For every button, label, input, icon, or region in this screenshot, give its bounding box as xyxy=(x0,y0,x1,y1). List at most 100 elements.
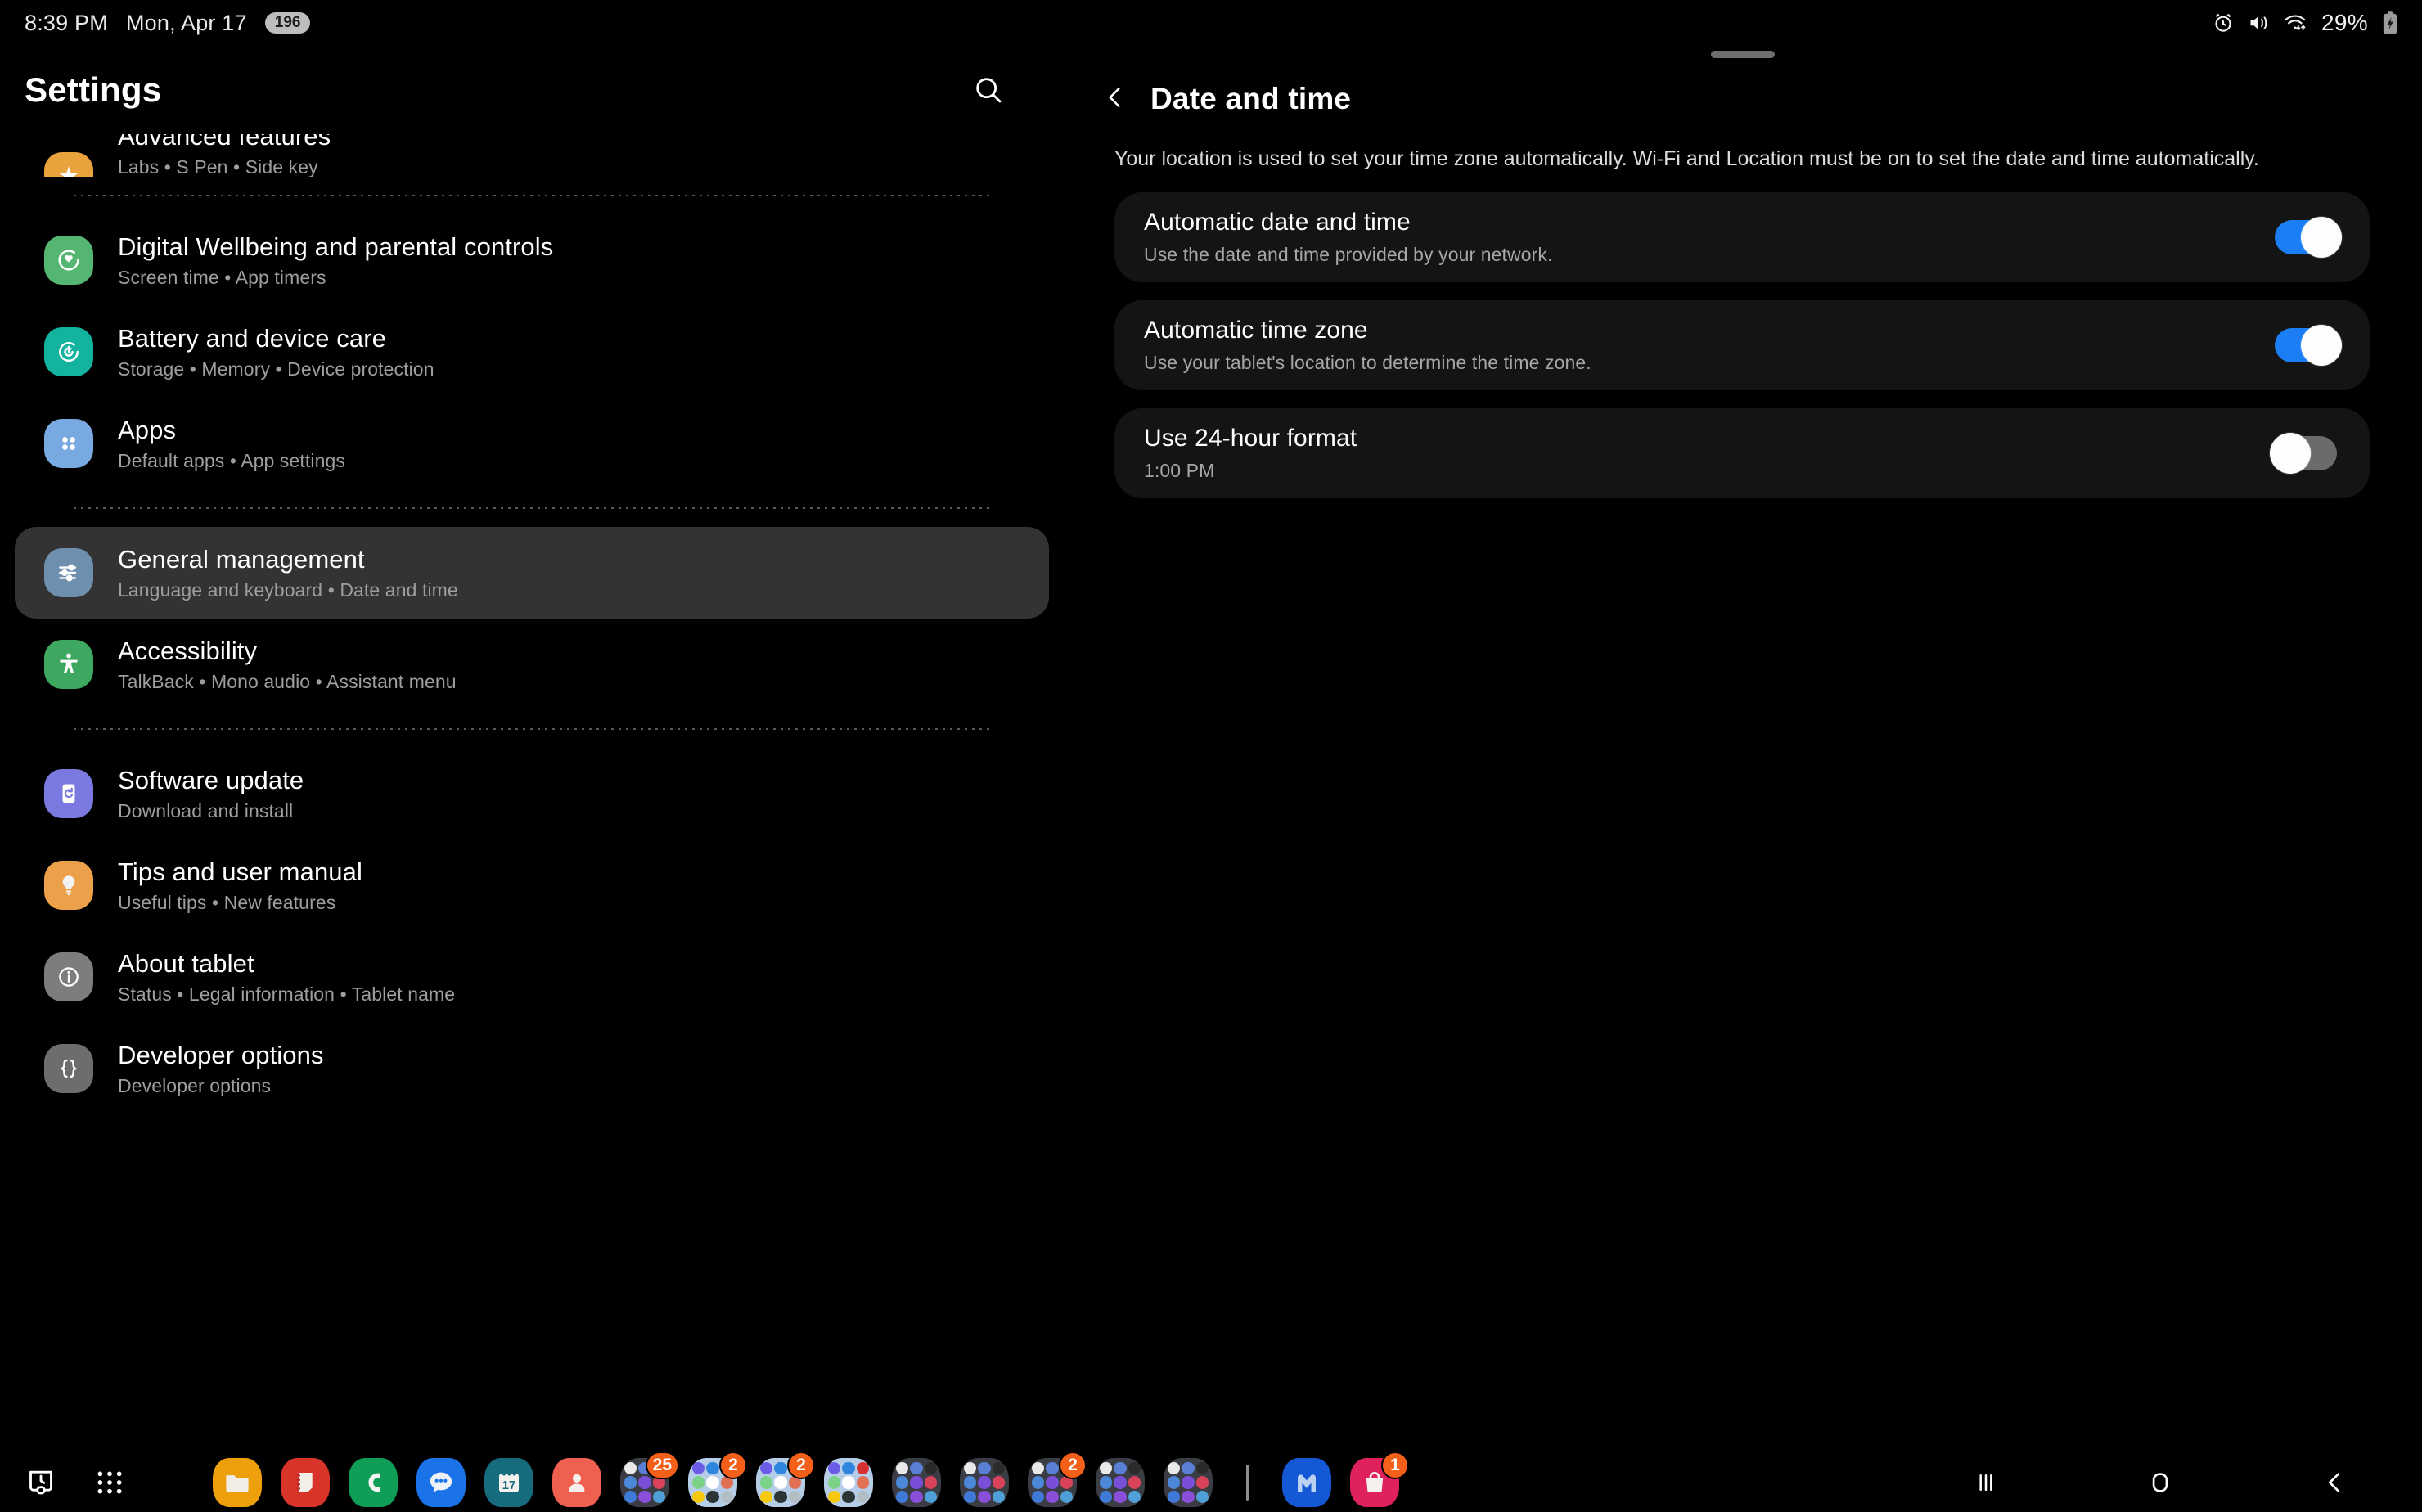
folder-mini-icon xyxy=(978,1490,991,1503)
folder-mini-icon xyxy=(760,1462,773,1475)
sidebar-item-general-management[interactable]: General management Language and keyboard … xyxy=(15,527,1049,619)
taskbar-app-app-folder-9[interactable] xyxy=(1164,1458,1213,1507)
taskbar-app-outlook[interactable] xyxy=(1282,1458,1331,1507)
sidebar-item-about-tablet[interactable]: About tablet Status • Legal information •… xyxy=(15,931,1049,1023)
setting-toggle[interactable] xyxy=(2275,216,2342,258)
taskbar-app-list[interactable]: 17 25 2 2 2 1 xyxy=(213,1451,1409,1507)
taskbar-app-app-folder-3[interactable]: 2 xyxy=(756,1451,815,1507)
folder-mini-icon xyxy=(1100,1490,1113,1503)
setting-title: Automatic time zone xyxy=(1144,316,1368,344)
sidebar-item-summary: Storage • Memory • Device protection xyxy=(118,358,434,380)
setting-title: Automatic date and time xyxy=(1144,208,1411,236)
taskbar-app-galaxy-store[interactable]: 1 xyxy=(1350,1451,1409,1507)
battery-percent: 29% xyxy=(2321,10,2368,35)
notification-count-badge[interactable]: 196 xyxy=(264,12,311,34)
taskbar-system-buttons xyxy=(0,1456,144,1509)
folder-mini-icon xyxy=(1060,1490,1073,1503)
folder-mini-icon xyxy=(638,1476,651,1489)
folder-mini-icon xyxy=(1195,1462,1209,1475)
status-date: Mon, Apr 17 xyxy=(125,10,247,35)
sidebar-item-text: Digital Wellbeing and parental controls S… xyxy=(118,232,553,289)
toggle-knob xyxy=(2301,216,2342,258)
recents-button[interactable] xyxy=(1949,1458,2023,1507)
detail-description: Your location is used to set your time z… xyxy=(1114,147,2259,170)
taskbar-app-app-folder-7[interactable]: 2 xyxy=(1028,1451,1087,1507)
taskbar-app-calendar[interactable]: 17 xyxy=(484,1458,533,1507)
taskbar-app-my-files[interactable] xyxy=(213,1458,262,1507)
status-bar-right: 29% xyxy=(2212,10,2399,36)
folder-mini-icon xyxy=(774,1462,787,1475)
folder-mini-icon xyxy=(924,1462,937,1475)
app-badge: 1 xyxy=(1381,1451,1409,1479)
tips-icon xyxy=(44,861,93,910)
sidebar-item-software-update[interactable]: Software update Download and install xyxy=(15,748,1049,839)
wifi-icon xyxy=(2284,11,2308,34)
setting-card-use-24-hour-format[interactable]: Use 24-hour format 1:00 PM xyxy=(1114,407,2370,498)
recent-history-icon[interactable] xyxy=(7,1456,75,1509)
sidebar-item-tips-and-user-manual[interactable]: Tips and user manual Useful tips • New fe… xyxy=(15,839,1049,931)
back-button[interactable] xyxy=(2298,1458,2371,1507)
setting-card-text: Automatic time zone Use your tablet's loc… xyxy=(1144,317,2275,374)
folder-mini-icon xyxy=(1100,1462,1113,1475)
folder-mini-icon xyxy=(1168,1476,1181,1489)
setting-toggle[interactable] xyxy=(2275,324,2342,366)
taskbar-app-phone[interactable] xyxy=(349,1458,398,1507)
about-tablet-icon xyxy=(44,952,93,1001)
folder-mini-icon xyxy=(842,1490,855,1503)
drag-handle[interactable] xyxy=(1711,51,1775,58)
sidebar-item-apps[interactable]: Apps Default apps • App settings xyxy=(15,398,1049,489)
setting-card-text: Use 24-hour format 1:00 PM xyxy=(1144,425,2275,482)
taskbar-app-app-folder-1[interactable]: 25 xyxy=(620,1451,679,1507)
folder-mini-icon xyxy=(964,1490,977,1503)
taskbar-app-samsung-notes[interactable] xyxy=(281,1458,330,1507)
home-button[interactable] xyxy=(2123,1458,2197,1507)
sidebar-item-label: Digital Wellbeing and parental controls xyxy=(118,232,554,261)
setting-card-automatic-date-and-time[interactable]: Automatic date and time Use the date and … xyxy=(1114,191,2370,282)
taskbar-app-app-folder-6[interactable] xyxy=(960,1458,1009,1507)
folder-mini-icon xyxy=(828,1462,841,1475)
taskbar-app-messages[interactable] xyxy=(416,1458,466,1507)
sidebar-item-label: Software update xyxy=(118,765,304,794)
search-icon[interactable] xyxy=(959,61,1018,119)
folder-mini-icon xyxy=(1128,1490,1141,1503)
folder-mini-icon xyxy=(706,1490,719,1503)
folder-mini-icon xyxy=(1046,1490,1059,1503)
sidebar-item-battery-and-device-care[interactable]: Battery and device care Storage • Memory … xyxy=(15,306,1049,398)
app-badge: 25 xyxy=(645,1451,679,1479)
sidebar-item-text: Tips and user manual Useful tips • New fe… xyxy=(118,857,362,914)
taskbar-app-app-folder-2[interactable]: 2 xyxy=(688,1451,747,1507)
battery-charging-icon xyxy=(2381,11,2399,35)
navigation-bar[interactable] xyxy=(1898,1453,2422,1512)
folder-mini-icon xyxy=(706,1462,719,1475)
setting-card-automatic-time-zone[interactable]: Automatic time zone Use your tablet's loc… xyxy=(1114,299,2370,390)
setting-toggle[interactable] xyxy=(2270,432,2337,474)
folder-mini-icon xyxy=(842,1462,855,1475)
list-divider xyxy=(74,728,990,730)
folder-mini-icon xyxy=(760,1490,773,1503)
taskbar-app-app-folder-8[interactable] xyxy=(1096,1458,1145,1507)
sidebar-item-developer-options[interactable]: Developer options Developer options xyxy=(15,1023,1049,1114)
folder-mini-icon xyxy=(1128,1476,1141,1489)
app-drawer-icon[interactable] xyxy=(75,1456,144,1509)
sidebar-item-advanced-features[interactable]: Advanced features Labs • S Pen • Side key xyxy=(15,134,1049,177)
folder-mini-icon xyxy=(856,1490,869,1503)
sidebar-item-text: Developer options Developer options xyxy=(118,1041,324,1097)
taskbar-app-app-folder-5[interactable] xyxy=(892,1458,941,1507)
alarm-icon xyxy=(2212,11,2235,34)
sidebar-item-accessibility[interactable]: Accessibility TalkBack • Mono audio • Ass… xyxy=(15,619,1049,710)
folder-mini-icon xyxy=(692,1490,705,1503)
list-divider xyxy=(74,195,990,196)
status-bar-left: 8:39 PM Mon, Apr 17 196 xyxy=(25,10,311,36)
sidebar-item-summary: Language and keyboard • Date and time xyxy=(118,578,458,601)
sidebar-item-digital-wellbeing-and-parental-controls[interactable]: Digital Wellbeing and parental controls S… xyxy=(15,214,1049,306)
taskbar-app-app-folder-4[interactable] xyxy=(824,1458,873,1507)
taskbar-app-contacts[interactable] xyxy=(552,1458,601,1507)
folder-mini-icon xyxy=(924,1476,937,1489)
settings-list[interactable]: Advanced features Labs • S Pen • Side key… xyxy=(0,134,1064,1453)
setting-title: Use 24-hour format xyxy=(1144,424,1357,452)
list-divider xyxy=(74,507,990,509)
folder-mini-icon xyxy=(924,1490,937,1503)
folder-mini-icon xyxy=(978,1462,991,1475)
apps-icon xyxy=(44,419,93,468)
back-chevron-icon[interactable] xyxy=(1101,83,1129,115)
